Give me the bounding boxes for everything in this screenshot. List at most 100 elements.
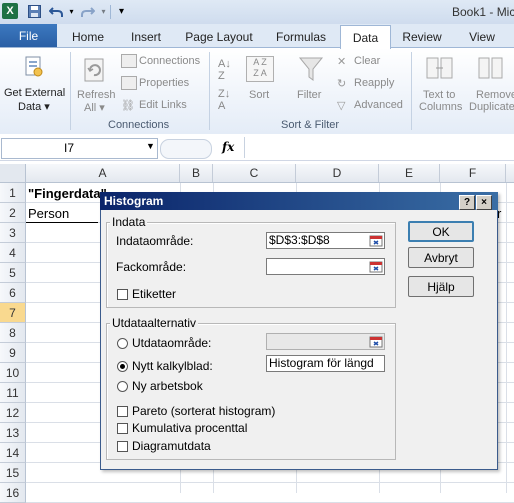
remove-duplicates-icon [478, 56, 508, 85]
row-header-8[interactable]: 8 [0, 323, 26, 343]
remove-duplicates-button-line2[interactable]: Duplicate [469, 101, 514, 113]
tab-insert[interactable]: Insert [124, 27, 168, 47]
row-header-10[interactable]: 10 [0, 363, 26, 383]
edit-links-button[interactable]: Edit Links [139, 99, 187, 111]
tab-review[interactable]: Review [398, 27, 446, 47]
bin-range-label: Fackområde: [116, 260, 187, 274]
tab-data[interactable]: Data [340, 25, 391, 49]
cell-border [26, 222, 98, 223]
pareto-checkbox[interactable] [117, 406, 128, 417]
row-header-4[interactable]: 4 [0, 243, 26, 263]
undo-dropdown-icon[interactable]: ▾ [64, 4, 79, 19]
row-header-9[interactable]: 9 [0, 343, 26, 363]
help-button[interactable]: Hjälp [408, 276, 474, 297]
column-header-b[interactable]: B [180, 164, 213, 182]
insert-function-icon[interactable]: fx [222, 140, 234, 154]
sort-ascending-icon[interactable]: A↓ Z [218, 58, 231, 82]
save-icon[interactable] [27, 4, 42, 19]
formula-bar-resize-handle[interactable] [160, 139, 212, 159]
output-group-label: Utdataalternativ [110, 316, 199, 330]
output-range-label: Utdataområde: [132, 336, 212, 350]
row-header-11[interactable]: 11 [0, 383, 26, 403]
text-to-columns-button-line2[interactable]: Columns [419, 101, 462, 113]
labels-checkbox-label: Etiketter [132, 287, 177, 301]
get-external-data-button-line2[interactable]: Data ▾ [18, 100, 50, 113]
input-group-label: Indata [110, 215, 148, 229]
redo-dropdown-icon[interactable]: ▾ [96, 4, 111, 19]
refresh-all-button[interactable]: Refresh [77, 89, 116, 101]
gridline [506, 183, 507, 493]
connections-button[interactable]: Connections [139, 55, 200, 67]
ribbon-separator [70, 52, 71, 130]
tab-formulas[interactable]: Formulas [270, 27, 332, 47]
advanced-filter-button[interactable]: Advanced [354, 99, 403, 111]
labels-checkbox[interactable] [117, 289, 128, 300]
remove-duplicates-button[interactable]: Remove [476, 89, 514, 101]
row-header-16[interactable]: 16 [0, 483, 26, 503]
sort-descending-icon[interactable]: Z↓ A [218, 88, 230, 112]
dialog-close-button[interactable]: × [476, 195, 492, 210]
cumulative-checkbox[interactable] [117, 423, 128, 434]
cancel-button[interactable]: Avbryt [408, 247, 474, 268]
name-box-dropdown-icon[interactable]: ▼ [146, 141, 155, 151]
output-range-collapse-icon[interactable] [368, 334, 384, 349]
row-header-2[interactable]: 2 [0, 203, 26, 223]
edit-links-icon: ⛓ [121, 100, 135, 112]
group-label-sort-filter: Sort & Filter [281, 119, 340, 131]
column-header-a[interactable]: A [26, 164, 180, 182]
new-sheet-name-field[interactable]: Histogram för längd [266, 355, 385, 372]
dialog-help-button[interactable]: ? [459, 195, 475, 210]
row-header-7[interactable]: 7 [0, 303, 26, 323]
ok-button[interactable]: OK [408, 221, 474, 242]
refresh-all-button-line2[interactable]: All ▾ [84, 101, 105, 114]
chart-output-label: Diagramutdata [132, 439, 211, 453]
row-header-12[interactable]: 12 [0, 403, 26, 423]
ribbon-separator [411, 52, 412, 130]
ribbon-separator [209, 52, 210, 130]
row-header-6[interactable]: 6 [0, 283, 26, 303]
column-header-e[interactable]: E [379, 164, 440, 182]
formula-input[interactable] [244, 137, 514, 158]
excel-logo-icon[interactable]: X [2, 3, 18, 19]
text-to-columns-button[interactable]: Text to [423, 89, 455, 101]
column-header-d[interactable]: D [296, 164, 379, 182]
row-header-13[interactable]: 13 [0, 423, 26, 443]
customize-qat-icon[interactable]: ▾ [114, 4, 129, 19]
input-range-label: Indataområde: [116, 234, 194, 248]
window-title: Book1 - Mic [452, 5, 514, 19]
row-header-14[interactable]: 14 [0, 443, 26, 463]
sort-button[interactable]: Sort [249, 89, 269, 101]
properties-button[interactable]: Properties [139, 77, 189, 89]
chart-output-checkbox[interactable] [117, 441, 128, 452]
row-header-5[interactable]: 5 [0, 263, 26, 283]
reapply-button[interactable]: Reapply [354, 77, 394, 89]
clear-filter-button[interactable]: Clear [354, 55, 380, 67]
column-header-f[interactable]: F [440, 164, 506, 182]
row-header-3[interactable]: 3 [0, 223, 26, 243]
filter-button[interactable]: Filter [297, 89, 321, 101]
row-header-15[interactable]: 15 [0, 463, 26, 483]
undo-icon[interactable] [48, 4, 63, 19]
column-header-c[interactable]: C [213, 164, 296, 182]
output-range-radio[interactable] [117, 338, 128, 349]
row-header-1[interactable]: 1 [0, 183, 26, 203]
tab-page-layout[interactable]: Page Layout [182, 27, 256, 47]
new-workbook-radio[interactable] [117, 381, 128, 392]
connections-icon [121, 54, 137, 68]
new-sheet-radio[interactable] [117, 361, 128, 372]
tab-view[interactable]: View [460, 27, 504, 47]
get-external-data-button[interactable]: Get External [4, 87, 65, 99]
cell-a2[interactable]: Person [28, 206, 69, 221]
name-box[interactable] [1, 138, 158, 159]
tab-file[interactable]: File [0, 24, 57, 47]
properties-icon [121, 76, 137, 90]
select-all-corner[interactable] [0, 164, 26, 182]
get-external-data-icon [24, 55, 44, 82]
filter-funnel-icon [298, 56, 324, 85]
input-range-collapse-icon[interactable] [368, 233, 384, 248]
redo-icon[interactable] [80, 4, 95, 19]
sort-dialog-icon: A ZZ A [246, 56, 274, 82]
bin-range-collapse-icon[interactable] [368, 259, 384, 274]
tab-home[interactable]: Home [66, 27, 110, 47]
cell-a1[interactable]: "Fingerdata" [28, 186, 107, 201]
